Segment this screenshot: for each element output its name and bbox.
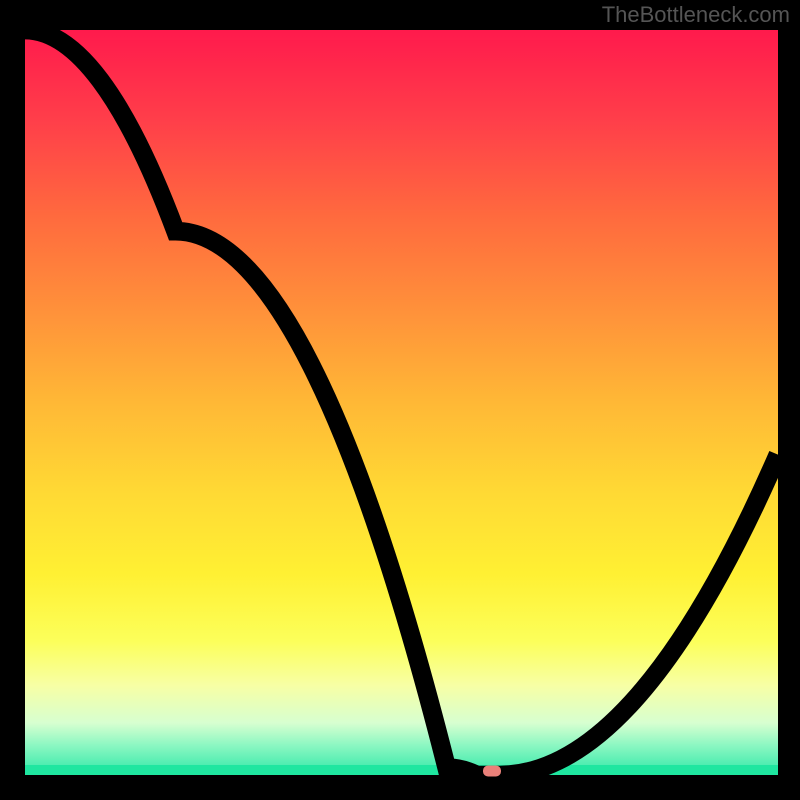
bottleneck-curve bbox=[25, 30, 778, 775]
chart-frame: TheBottleneck.com bbox=[0, 0, 800, 800]
optimal-point-marker bbox=[483, 766, 501, 777]
watermark-text: TheBottleneck.com bbox=[602, 2, 790, 28]
curve-path bbox=[25, 30, 778, 775]
plot-area bbox=[25, 30, 778, 775]
